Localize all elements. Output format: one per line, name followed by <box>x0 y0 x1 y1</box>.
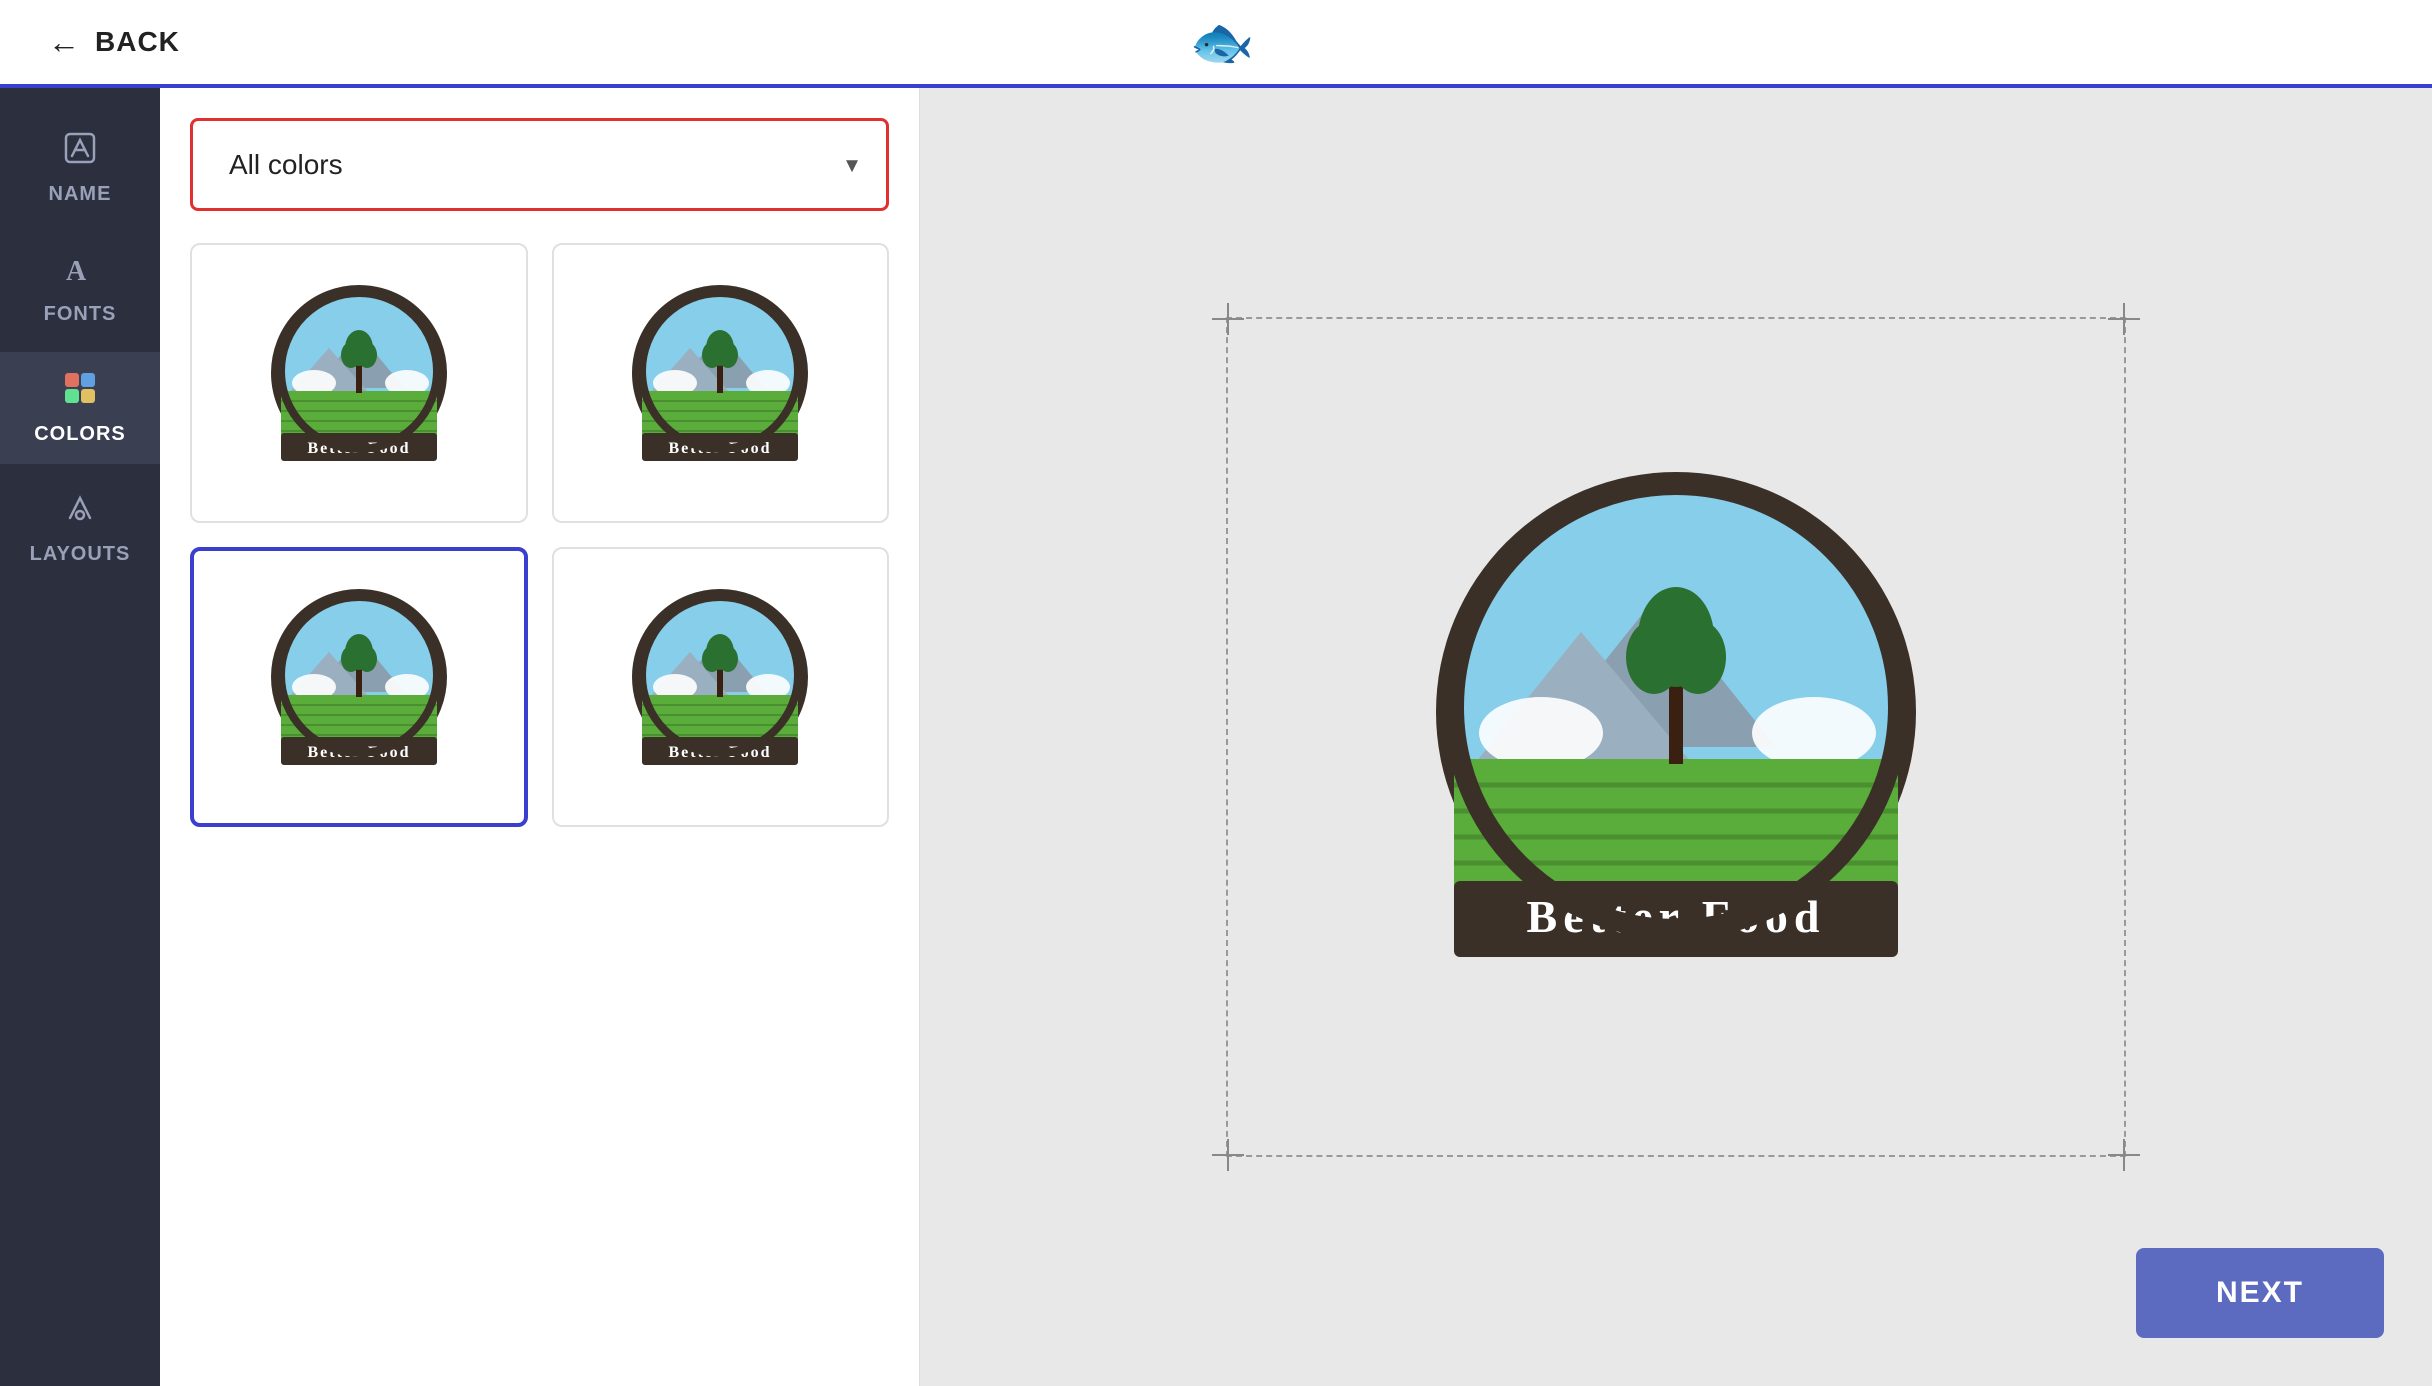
sidebar-colors-label: COLORS <box>34 423 126 446</box>
back-button[interactable]: ← BACK <box>48 24 180 61</box>
topbar: ← BACK 🐟 <box>0 0 2432 88</box>
logo-card-3[interactable]: Better Food <box>190 547 528 827</box>
sidebar-item-fonts[interactable]: A FONTS <box>0 232 160 344</box>
layouts-icon <box>62 490 98 535</box>
corner-tl-icon <box>1212 303 1244 335</box>
canvas-area: Better Food NEXT <box>920 88 2432 1386</box>
sidebar-item-name[interactable]: NAME <box>0 112 160 224</box>
colors-panel: All colors Blue Green Red Yellow Purple … <box>160 88 920 1386</box>
name-icon <box>62 130 98 175</box>
sidebar-item-colors[interactable]: COLORS <box>0 352 160 464</box>
main-layout: NAME A FONTS COLORS <box>0 88 2432 1386</box>
logo-area: 🐟 <box>1190 12 1255 73</box>
colors-icon <box>62 370 98 415</box>
sidebar-name-label: NAME <box>49 183 112 206</box>
preview-logo: Better Food <box>1396 457 1956 1017</box>
sidebar-fonts-label: FONTS <box>44 303 117 326</box>
logo-card-2[interactable]: Better Food <box>552 243 890 523</box>
corner-tr-icon <box>2108 303 2140 335</box>
color-filter-container: All colors Blue Green Red Yellow Purple … <box>193 121 886 208</box>
logo-grid: Better Food <box>190 243 889 827</box>
fonts-icon: A <box>62 250 98 295</box>
next-button[interactable]: NEXT <box>2136 1248 2384 1338</box>
sidebar: NAME A FONTS COLORS <box>0 88 160 1386</box>
back-label: BACK <box>95 26 180 58</box>
color-filter-select[interactable]: All colors Blue Green Red Yellow Purple <box>193 121 886 208</box>
logo-card-4[interactable]: Better Food <box>552 547 890 827</box>
back-arrow-icon: ← <box>48 24 81 61</box>
corner-bl-icon <box>1212 1139 1244 1171</box>
canvas-dotted-border: Better Food <box>1226 317 2126 1157</box>
sidebar-item-layouts[interactable]: LAYOUTS <box>0 472 160 584</box>
svg-text:A: A <box>66 256 87 286</box>
corner-br-icon <box>2108 1139 2140 1171</box>
logo-card-1[interactable]: Better Food <box>190 243 528 523</box>
color-filter-wrapper: All colors Blue Green Red Yellow Purple … <box>190 118 889 211</box>
mascot-icon: 🐟 <box>1190 12 1255 73</box>
sidebar-layouts-label: LAYOUTS <box>30 543 131 566</box>
